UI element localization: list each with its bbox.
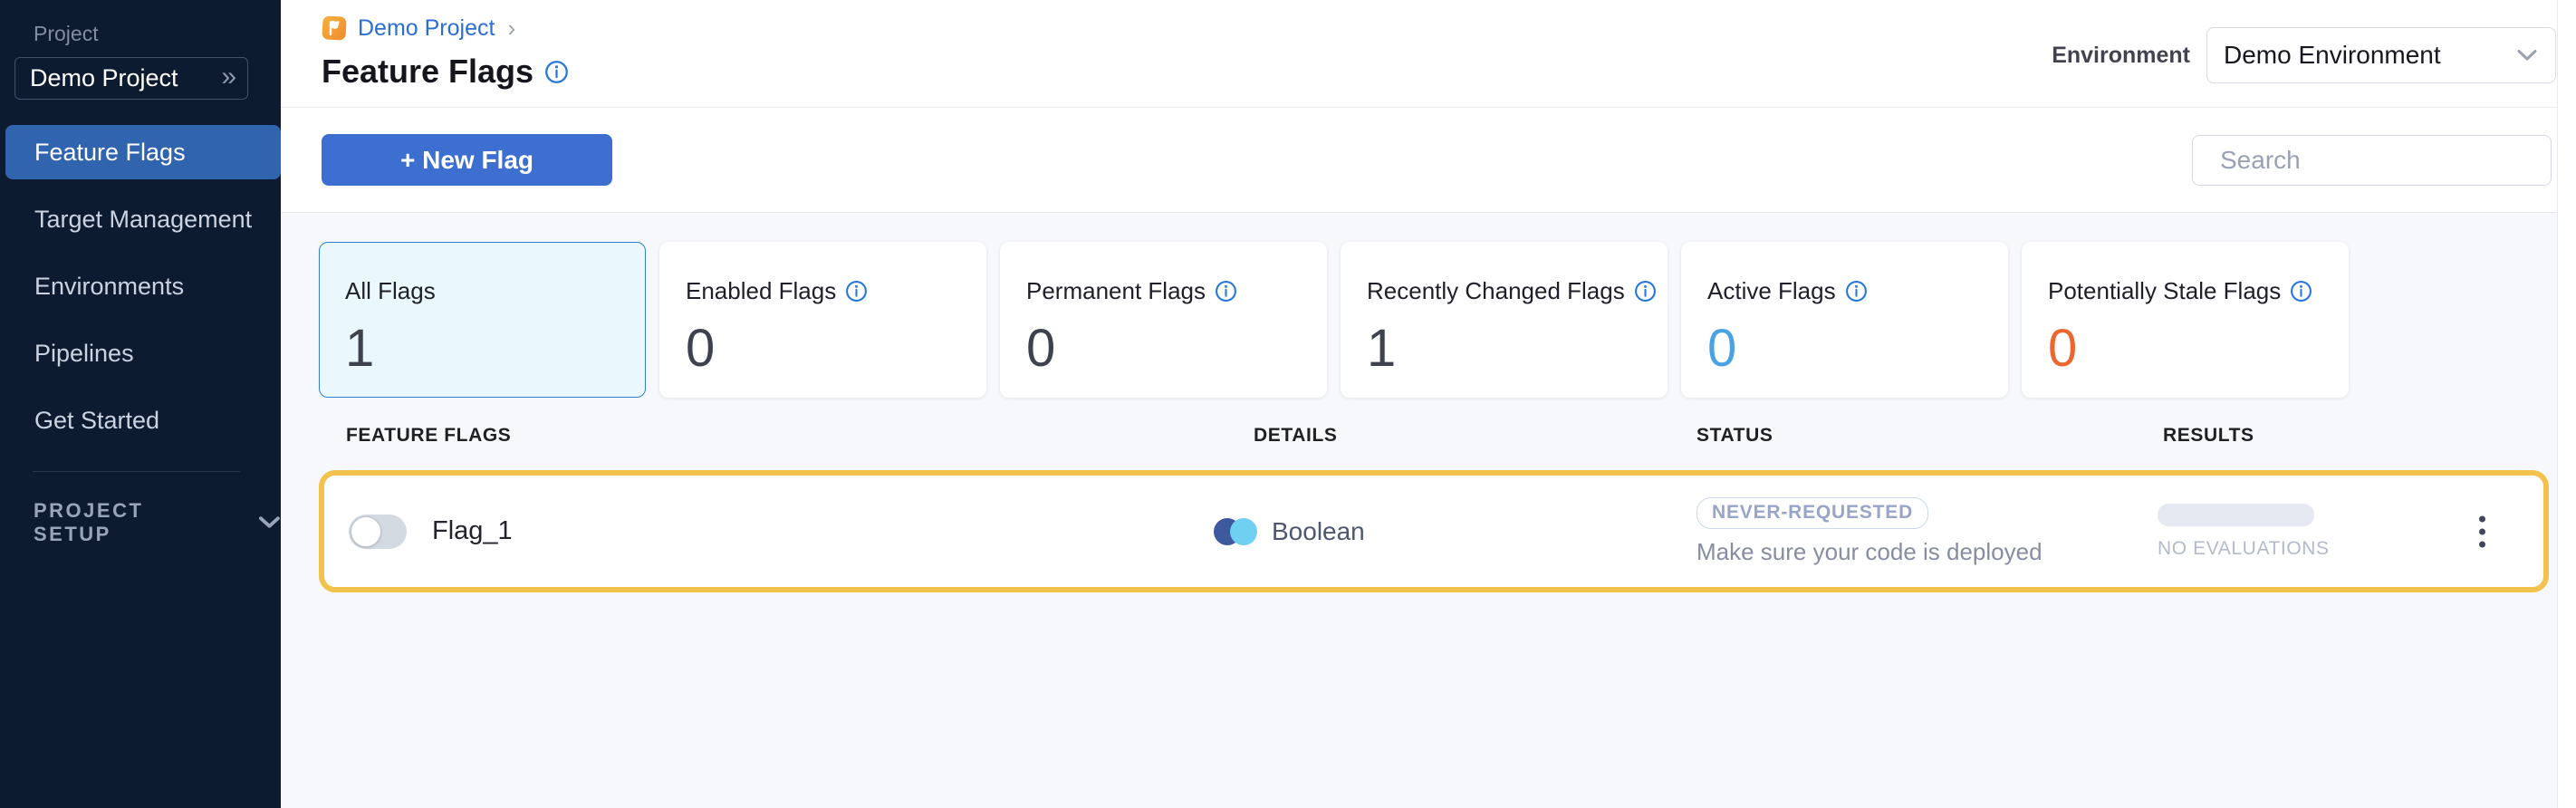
- environment-select[interactable]: Demo Environment: [2206, 27, 2556, 83]
- flags-table: FEATURE FLAGS DETAILS STATUS RESULTS Fla…: [319, 425, 2549, 592]
- search-box: [2192, 135, 2552, 186]
- sidebar-item-label: Environments: [34, 273, 184, 301]
- sidebar-item-feature-flags[interactable]: Feature Flags: [5, 125, 281, 179]
- sidebar-item-pipelines[interactable]: Pipelines: [5, 326, 281, 380]
- stat-card-value: 0: [686, 318, 985, 379]
- stat-card-label: Enabled Flags: [686, 277, 836, 305]
- stat-card-potentially-stale-flags[interactable]: Potentially Stale Flags 0: [2022, 242, 2349, 398]
- page-title: Feature Flags: [322, 53, 533, 91]
- toggle-thumb: [351, 516, 381, 547]
- stat-card-value: 0: [1026, 318, 1326, 379]
- stat-card-value: 1: [1367, 318, 1667, 379]
- stat-card-value: 0: [2048, 318, 2348, 379]
- toolbar: + New Flag: [281, 108, 2576, 213]
- stat-card-recently-changed-flags[interactable]: Recently Changed Flags 1: [1341, 242, 1668, 398]
- project-selector-value: Demo Project: [30, 64, 178, 92]
- feature-flags-logo-icon: [322, 15, 347, 41]
- table-header-row: FEATURE FLAGS DETAILS STATUS RESULTS: [319, 425, 2549, 447]
- details-cell: Boolean: [1214, 517, 1697, 546]
- main-area: Demo Project › Feature Flags Environment…: [281, 0, 2576, 808]
- info-icon[interactable]: [1634, 280, 1657, 303]
- stat-card-label: Permanent Flags: [1026, 277, 1206, 305]
- stat-card-label: All Flags: [345, 277, 436, 305]
- sidebar-item-label: Target Management: [34, 206, 252, 234]
- status-badge: NEVER-REQUESTED: [1697, 497, 1928, 529]
- chevron-down-icon: [2517, 49, 2537, 62]
- info-icon[interactable]: [544, 60, 569, 84]
- chevron-double-right-icon[interactable]: »: [221, 63, 233, 94]
- sidebar-item-get-started[interactable]: Get Started: [5, 393, 281, 447]
- flag-type-label: Boolean: [1272, 517, 1365, 546]
- sidebar-item-label: Feature Flags: [34, 139, 186, 167]
- flag-row[interactable]: Flag_1 Boolean NEVER-REQUESTED Make sure…: [319, 470, 2549, 592]
- sidebar-item-label: Get Started: [34, 407, 159, 435]
- sidebar: Project Demo Project » Feature Flags Tar…: [0, 0, 281, 808]
- new-flag-button[interactable]: + New Flag: [322, 134, 612, 186]
- sidebar-item-target-management[interactable]: Target Management: [5, 192, 281, 246]
- stat-card-active-flags[interactable]: Active Flags 0: [1681, 242, 2008, 398]
- project-selector[interactable]: Demo Project »: [14, 57, 248, 100]
- info-icon[interactable]: [845, 280, 868, 303]
- stat-card-enabled-flags[interactable]: Enabled Flags 0: [659, 242, 986, 398]
- stat-card-all-flags[interactable]: All Flags 1: [319, 242, 646, 398]
- project-section-label: Project: [0, 14, 281, 57]
- sidebar-divider: [33, 471, 240, 472]
- breadcrumb-project-link[interactable]: Demo Project: [358, 15, 495, 42]
- stat-card-value: 1: [345, 318, 645, 379]
- page-header: Demo Project › Feature Flags Environment…: [281, 0, 2576, 108]
- stat-cards: All Flags 1 Enabled Flags 0 Permanent Fl…: [319, 242, 2576, 398]
- stat-card-label: Active Flags: [1707, 277, 1836, 305]
- column-header-results: RESULTS: [2152, 425, 2549, 447]
- content-area: All Flags 1 Enabled Flags 0 Permanent Fl…: [281, 213, 2576, 592]
- row-options-menu-icon[interactable]: [2474, 510, 2491, 553]
- info-icon[interactable]: [1215, 280, 1237, 303]
- project-setup-toggle[interactable]: PROJECT SETUP: [34, 499, 281, 546]
- info-icon[interactable]: [1845, 280, 1868, 303]
- column-header-feature-flags: FEATURE FLAGS: [319, 425, 1214, 447]
- stat-card-label: Recently Changed Flags: [1367, 277, 1625, 305]
- search-input[interactable]: [2220, 146, 2547, 175]
- evaluations-placeholder-bar: [2158, 504, 2314, 526]
- sidebar-item-environments[interactable]: Environments: [5, 259, 281, 313]
- breadcrumb-separator-icon: ›: [507, 14, 515, 43]
- flag-name[interactable]: Flag_1: [432, 516, 513, 546]
- info-icon[interactable]: [2290, 280, 2312, 303]
- column-header-status: STATUS: [1697, 425, 2152, 447]
- status-cell: NEVER-REQUESTED Make sure your code is d…: [1697, 497, 2152, 566]
- stat-card-permanent-flags[interactable]: Permanent Flags 0: [1000, 242, 1327, 398]
- sidebar-nav: Feature Flags Target Management Environm…: [0, 125, 281, 447]
- stat-card-value: 0: [1707, 318, 2007, 379]
- boolean-type-icon: [1214, 518, 1259, 545]
- status-message: Make sure your code is deployed: [1697, 538, 2043, 566]
- flag-cell: Flag_1: [324, 515, 1214, 549]
- stat-card-label: Potentially Stale Flags: [2048, 277, 2281, 305]
- environment-label: Environment: [2052, 43, 2190, 69]
- chevron-down-icon: [258, 515, 281, 530]
- environment-select-value: Demo Environment: [2224, 41, 2441, 70]
- project-setup-label: PROJECT SETUP: [34, 499, 220, 546]
- app-window: Project Demo Project » Feature Flags Tar…: [0, 0, 2576, 808]
- environment-block: Environment Demo Environment: [2052, 27, 2556, 83]
- scrollbar-gutter[interactable]: [2557, 0, 2576, 808]
- flag-toggle[interactable]: [349, 515, 407, 549]
- column-header-details: DETAILS: [1214, 425, 1697, 447]
- sidebar-item-label: Pipelines: [34, 340, 134, 368]
